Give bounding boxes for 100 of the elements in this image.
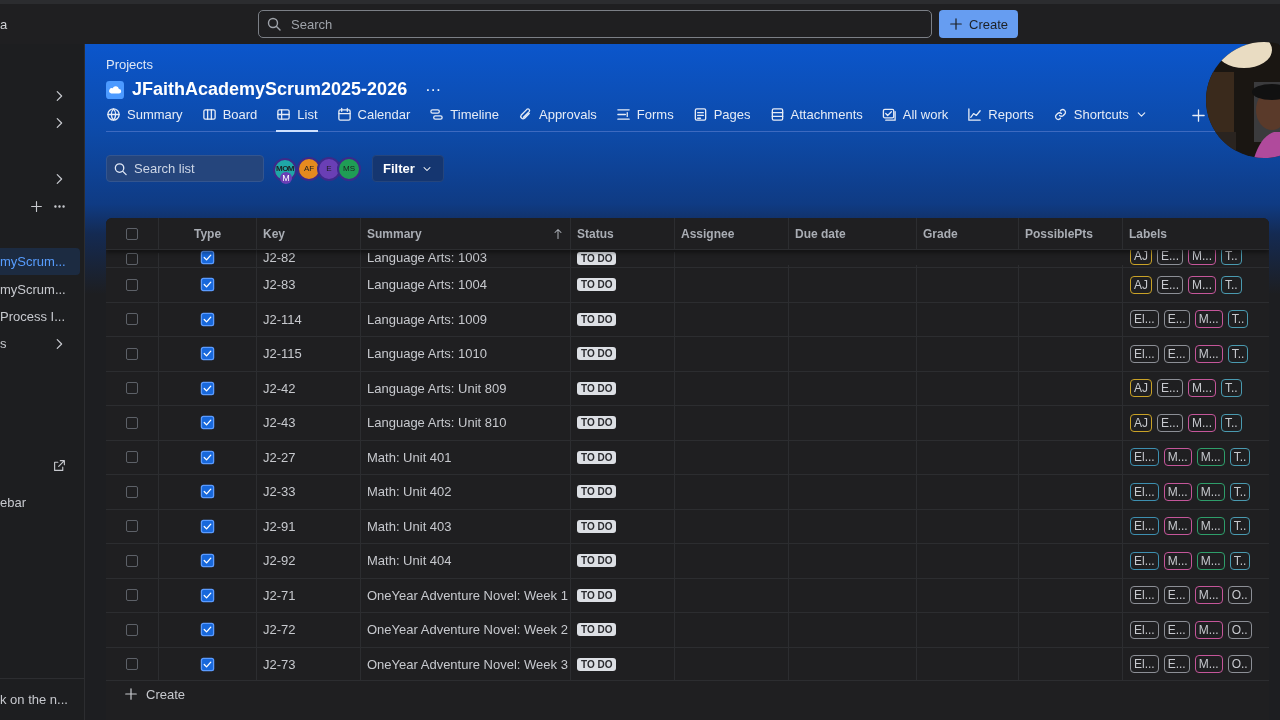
table-cell[interactable]: OneYear Adventure Novel: Week 1 bbox=[361, 578, 571, 612]
label-tag[interactable]: M... bbox=[1163, 551, 1192, 570]
label-tag[interactable]: E... bbox=[1157, 250, 1184, 265]
label-tag[interactable]: T.. bbox=[1227, 344, 1249, 363]
table-cell[interactable]: Math: Unit 402 bbox=[361, 475, 571, 509]
label-tag[interactable]: E... bbox=[1157, 275, 1184, 294]
avatar[interactable]: MS bbox=[337, 156, 361, 181]
label-tag[interactable]: T.. bbox=[1221, 379, 1242, 398]
label-tag[interactable]: El... bbox=[1130, 344, 1159, 363]
label-tag[interactable]: T.. bbox=[1229, 448, 1251, 467]
table-cell[interactable]: Language Arts: 1010 bbox=[361, 337, 571, 371]
column-header[interactable]: Due date bbox=[789, 218, 917, 249]
status-lozenge[interactable]: TO DO bbox=[577, 416, 617, 430]
filter-button[interactable]: Filter bbox=[372, 155, 444, 182]
search-field[interactable]: Search list bbox=[106, 155, 264, 182]
tab[interactable]: Forms bbox=[615, 105, 674, 132]
sidebar-item[interactable]: s bbox=[0, 330, 84, 357]
label-tag[interactable]: M... bbox=[1196, 517, 1225, 536]
label-tag[interactable]: T.. bbox=[1229, 482, 1251, 501]
label-tag[interactable]: M... bbox=[1194, 620, 1223, 639]
column-header[interactable]: Type bbox=[159, 218, 257, 249]
label-tag[interactable]: El... bbox=[1130, 448, 1159, 467]
create-button[interactable]: Create bbox=[939, 10, 1019, 38]
tab[interactable]: List bbox=[276, 105, 318, 132]
search-field[interactable]: Search bbox=[258, 10, 932, 38]
table-cell[interactable]: Math: Unit 403 bbox=[361, 509, 571, 543]
tab[interactable]: Attachments bbox=[769, 105, 863, 132]
tab[interactable]: Pages bbox=[692, 105, 751, 132]
tab[interactable]: Calendar bbox=[336, 105, 411, 132]
label-tag[interactable]: O.. bbox=[1227, 586, 1252, 605]
tab[interactable]: Board bbox=[201, 105, 258, 132]
label-tag[interactable]: E... bbox=[1163, 310, 1190, 329]
table-cell[interactable]: Language Arts: 1004 bbox=[361, 268, 571, 302]
tab[interactable]: Reports bbox=[967, 105, 1034, 132]
status-lozenge[interactable]: TO DO bbox=[577, 623, 617, 637]
status-lozenge[interactable]: TO DO bbox=[577, 485, 617, 499]
status-lozenge[interactable]: TO DO bbox=[577, 519, 617, 533]
table-cell[interactable]: OneYear Adventure Novel: Week 3 bbox=[361, 647, 571, 680]
label-tag[interactable]: E... bbox=[1163, 344, 1190, 363]
label-tag[interactable]: M... bbox=[1194, 310, 1223, 329]
label-tag[interactable]: M... bbox=[1196, 448, 1225, 467]
column-header[interactable]: Key bbox=[257, 218, 361, 249]
label-tag[interactable]: AJ bbox=[1130, 413, 1152, 432]
sidebar-item[interactable]: Process I... bbox=[0, 303, 84, 330]
status-lozenge[interactable]: TO DO bbox=[577, 252, 617, 265]
create-button[interactable]: Create bbox=[124, 686, 186, 702]
column-header[interactable]: Grade bbox=[917, 218, 1019, 249]
label-tag[interactable]: T.. bbox=[1221, 413, 1242, 432]
label-tag[interactable]: T.. bbox=[1229, 517, 1251, 536]
label-tag[interactable]: M... bbox=[1163, 482, 1192, 501]
tab[interactable]: Timeline bbox=[429, 105, 499, 132]
sidebar-item[interactable]: myScrum... bbox=[0, 276, 84, 303]
label-tag[interactable]: M... bbox=[1188, 379, 1217, 398]
label-tag[interactable]: O.. bbox=[1227, 655, 1252, 674]
sidebar-item[interactable]: myScrum... bbox=[0, 248, 80, 275]
label-tag[interactable]: El... bbox=[1130, 310, 1159, 329]
label-tag[interactable]: AJ bbox=[1130, 275, 1152, 294]
tab[interactable]: Shortcuts bbox=[1052, 105, 1148, 132]
table-cell[interactable]: Language Arts: 1003 bbox=[361, 250, 571, 267]
table-cell[interactable]: Math: Unit 401 bbox=[361, 440, 571, 474]
label-tag[interactable]: El... bbox=[1130, 620, 1159, 639]
status-lozenge[interactable]: TO DO bbox=[577, 347, 617, 361]
label-tag[interactable]: E... bbox=[1163, 655, 1190, 674]
table-cell[interactable]: OneYear Adventure Novel: Week 2 bbox=[361, 613, 571, 647]
breadcrumb-link[interactable]: Projects bbox=[106, 57, 153, 72]
label-tag[interactable]: M... bbox=[1196, 482, 1225, 501]
status-lozenge[interactable]: TO DO bbox=[577, 278, 617, 292]
table-cell[interactable]: Language Arts: Unit 809 bbox=[361, 371, 571, 405]
label-tag[interactable]: AJ bbox=[1130, 379, 1152, 398]
sidebar-item[interactable]: ebar bbox=[0, 489, 84, 516]
table-cell[interactable]: Language Arts: Unit 810 bbox=[361, 406, 571, 440]
status-lozenge[interactable]: TO DO bbox=[577, 657, 617, 671]
label-tag[interactable]: E... bbox=[1163, 620, 1190, 639]
label-tag[interactable]: M... bbox=[1163, 448, 1192, 467]
label-tag[interactable]: El... bbox=[1130, 655, 1159, 674]
status-lozenge[interactable]: TO DO bbox=[577, 554, 617, 568]
label-tag[interactable]: El... bbox=[1130, 517, 1159, 536]
label-tag[interactable]: T.. bbox=[1221, 250, 1242, 265]
label-tag[interactable]: M... bbox=[1194, 586, 1223, 605]
label-tag[interactable]: AJ bbox=[1130, 250, 1152, 265]
table-cell[interactable]: Math: Unit 404 bbox=[361, 544, 571, 578]
label-tag[interactable]: E... bbox=[1157, 413, 1184, 432]
column-header[interactable]: Assignee bbox=[675, 218, 789, 249]
status-lozenge[interactable]: TO DO bbox=[577, 450, 617, 464]
label-tag[interactable]: M... bbox=[1163, 517, 1192, 536]
status-lozenge[interactable]: TO DO bbox=[577, 588, 617, 602]
avatar[interactable]: AF bbox=[297, 156, 321, 181]
status-lozenge[interactable]: TO DO bbox=[577, 381, 617, 395]
column-header[interactable]: Status bbox=[571, 218, 675, 249]
tab[interactable]: Approvals bbox=[518, 105, 597, 132]
label-tag[interactable]: M... bbox=[1188, 275, 1217, 294]
status-lozenge[interactable]: TO DO bbox=[577, 312, 617, 326]
table-cell[interactable]: Language Arts: 1009 bbox=[361, 302, 571, 336]
label-tag[interactable]: El... bbox=[1130, 586, 1159, 605]
label-tag[interactable]: M... bbox=[1194, 655, 1223, 674]
more-button[interactable]: ··· bbox=[419, 79, 448, 100]
label-tag[interactable]: El... bbox=[1130, 482, 1159, 501]
label-tag[interactable]: M... bbox=[1188, 413, 1217, 432]
label-tag[interactable]: T.. bbox=[1227, 310, 1249, 329]
label-tag[interactable]: M... bbox=[1194, 344, 1223, 363]
